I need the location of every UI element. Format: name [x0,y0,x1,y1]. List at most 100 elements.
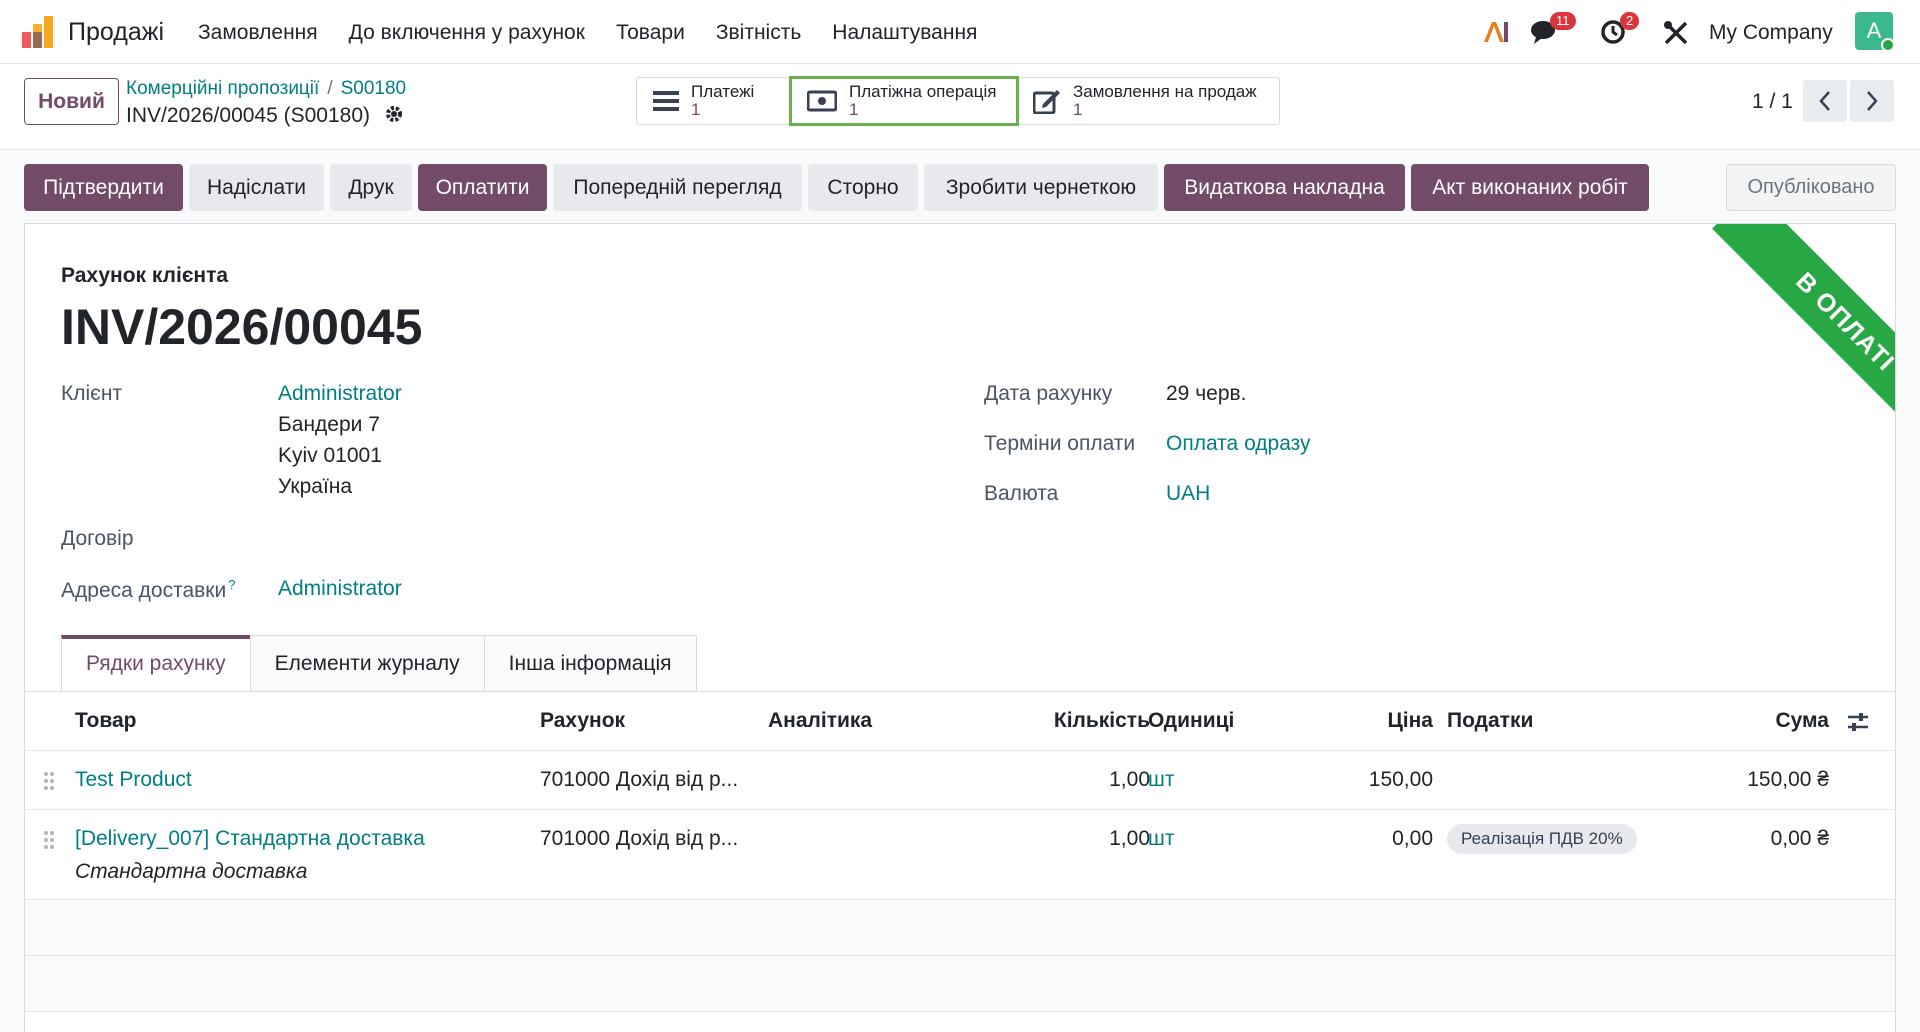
record-title-text: INV/2026/00045 (S00180) [126,104,371,127]
sales-app-icon[interactable] [22,16,56,48]
menu-orders[interactable]: Замовлення [198,21,318,45]
ai-icon[interactable] [1482,20,1510,44]
record-title: INV/2026/00045 (S00180) [126,104,404,128]
pager-value[interactable]: 1 / 1 [1752,90,1793,114]
col-quantity[interactable]: Кількість [1043,709,1150,733]
invoice-sheet: В ОПЛАТІ Рахунок клієнта INV/2026/00045 … [24,223,1896,1032]
status-published[interactable]: Опубліковано [1726,164,1896,211]
confirm-button[interactable]: Підтвердити [24,164,183,211]
payments-label: Платежі [691,82,755,101]
tab-invoice-lines[interactable]: Рядки рахунку [61,635,251,692]
gear-icon[interactable] [384,104,404,124]
breadcrumb-order[interactable]: S00180 [341,78,407,99]
control-panel: Новий Комерційні пропозиції / S00180 INV/2… [0,64,1920,150]
empty-row[interactable] [25,956,1895,1012]
activities-button[interactable]: 2 [1600,12,1640,52]
pager-previous-button[interactable] [1803,80,1847,122]
menu-to-invoice[interactable]: До включення у рахунок [349,21,585,45]
col-amount[interactable]: Сума [1725,709,1829,733]
invoice-date-label: Дата рахунку [984,382,1113,405]
col-analytic[interactable]: Аналітика [768,709,872,733]
row-amount: 150,00 ₴ [1747,768,1829,791]
tab-other-info[interactable]: Інша інформація [483,635,697,692]
messages-badge: 11 [1550,12,1576,30]
address-line-2: Kyiv 01001 [278,444,382,467]
currency-label: Валюта [984,482,1059,505]
company-switcher[interactable]: My Company [1709,21,1833,45]
top-navbar: Продажі Замовлення До включення у рахуно… [0,0,1920,64]
table-row[interactable]: Test Product 701000 Дохід від р... 1,00 … [25,751,1895,810]
sale-order-label: Замовлення на продаж [1073,82,1257,101]
invoice-date-field[interactable]: 29 черв. [1166,382,1246,406]
preview-button[interactable]: Попередній перегляд [553,164,802,211]
row-product[interactable]: Test Product [75,768,192,792]
contract-label: Договір [61,527,134,550]
row-price[interactable]: 0,00 [1345,827,1433,851]
payment-transaction-label: Платіжна операція [849,82,997,101]
new-button[interactable]: Новий [24,78,119,125]
breadcrumb: Комерційні пропозиції / S00180 [126,78,407,99]
row-account[interactable]: 701000 Дохід від р... [540,768,738,792]
edit-icon [1033,90,1060,114]
activities-badge: 2 [1620,12,1640,30]
delivery-note-button[interactable]: Видаткова накладна [1164,164,1405,211]
pay-button[interactable]: Оплатити [418,164,547,211]
payments-count: 1 [691,100,701,119]
delivery-address-label: Адреса доставки? [61,577,235,603]
menu-reporting[interactable]: Звітність [716,21,801,45]
customer-label: Клієнт [61,382,123,405]
table-row[interactable]: [Delivery_007] Стандартна доставка 70100… [25,810,1895,900]
money-icon [807,90,837,112]
drag-handle-icon[interactable] [43,771,55,791]
help-icon[interactable]: ? [228,577,235,592]
row-account[interactable]: 701000 Дохід від р... [540,827,738,851]
customer-field[interactable]: Administrator [278,382,402,406]
payment-terms-field[interactable]: Оплата одразу [1166,432,1311,456]
breadcrumb-quotations[interactable]: Комерційні пропозиції [126,78,319,99]
row-price[interactable]: 150,00 [1345,768,1433,792]
row-description[interactable]: Стандартна доставка [75,860,307,884]
sale-order-smart-button[interactable]: Замовлення на продаж 1 [1017,78,1279,124]
row-amount: 0,00 ₴ [1770,827,1829,850]
document-type: Рахунок клієнта [61,264,229,287]
col-taxes[interactable]: Податки [1447,709,1533,733]
currency-field[interactable]: UAH [1166,482,1210,506]
row-uom[interactable]: шт [1148,827,1174,851]
col-uom[interactable]: Одиниці [1148,709,1234,733]
reset-to-draft-button[interactable]: Зробити чернеткою [924,164,1158,211]
ribbon-text: В ОПЛАТІ [1712,224,1895,454]
form-tabs: Рядки рахунку Елементи журналу Інша інфо… [61,635,697,692]
row-quantity[interactable]: 1,00 [1043,827,1150,851]
list-icon [653,91,679,111]
payment-terms-label: Терміни оплати [984,432,1136,455]
action-bar: Підтвердити Надіслати Друк Оплатити Попе… [24,164,1655,211]
col-price[interactable]: Ціна [1345,709,1433,733]
delivery-address-label-text: Адреса доставки [61,579,227,602]
drag-handle-icon[interactable] [43,830,55,850]
tax-badge[interactable]: Реалізація ПДВ 20% [1447,824,1637,854]
document-number: INV/2026/00045 [61,299,423,355]
delivery-address-field[interactable]: Administrator [278,577,402,601]
empty-row[interactable] [25,900,1895,956]
act-of-work-button[interactable]: Акт виконаних робіт [1411,164,1649,211]
payment-transaction-smart-button[interactable]: Платіжна операція 1 [789,76,1019,126]
col-product[interactable]: Товар [75,709,136,733]
menu-settings[interactable]: Налаштування [832,21,977,45]
tools-icon[interactable] [1663,20,1689,46]
chevron-left-icon [1819,91,1830,111]
row-uom[interactable]: шт [1148,768,1174,792]
send-button[interactable]: Надіслати [189,164,324,211]
print-button[interactable]: Друк [330,164,412,211]
reverse-button[interactable]: Сторно [808,164,918,211]
column-settings-icon[interactable] [1847,712,1869,732]
tab-journal-items[interactable]: Елементи журналу [249,635,485,692]
menu-products[interactable]: Товари [616,21,685,45]
row-product[interactable]: [Delivery_007] Стандартна доставка [75,827,425,851]
col-account[interactable]: Рахунок [540,709,625,733]
app-name[interactable]: Продажі [68,18,164,47]
sale-order-count: 1 [1073,100,1083,119]
row-quantity[interactable]: 1,00 [1043,768,1150,792]
payments-smart-button[interactable]: Платежі 1 [637,78,791,124]
pager-next-button[interactable] [1850,80,1894,122]
messages-button[interactable]: 11 [1530,12,1576,52]
